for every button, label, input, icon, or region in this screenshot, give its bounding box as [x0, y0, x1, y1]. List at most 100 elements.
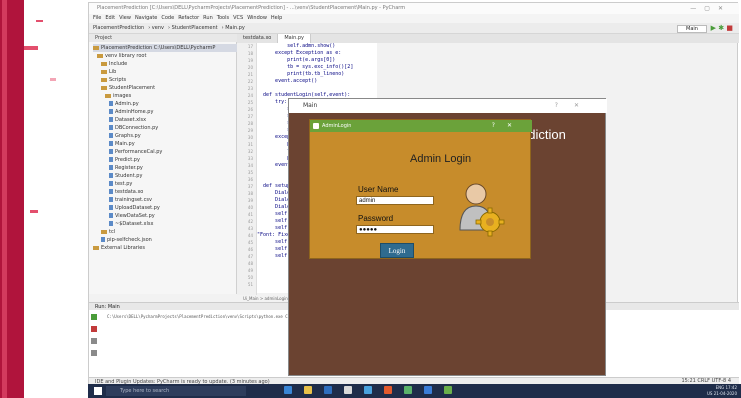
- project-tree: PlacementPrediction C:\Users\DELL\Pychar…: [93, 44, 239, 252]
- menu-item-edit[interactable]: Edit: [105, 15, 115, 21]
- tree-item[interactable]: venv library root: [93, 52, 239, 60]
- tree-item[interactable]: Main.py: [93, 140, 239, 148]
- layout-icon[interactable]: [91, 350, 97, 356]
- line-number: 49: [247, 268, 253, 273]
- file-icon: [109, 117, 113, 122]
- menu-item-code[interactable]: Code: [161, 15, 174, 21]
- line-number: 29: [247, 128, 253, 133]
- nav-crumb[interactable]: PlacementPrediction: [93, 25, 144, 31]
- editor-tab[interactable]: Main.py: [278, 34, 311, 43]
- dialog-heading: Admin Login: [410, 153, 472, 165]
- brand-decoration: [36, 20, 43, 22]
- menu-item-tools[interactable]: Tools: [217, 15, 229, 21]
- menu-item-refactor[interactable]: Refactor: [178, 15, 199, 21]
- main-window-controls[interactable]: ?✕: [555, 99, 595, 113]
- line-number: 20: [247, 65, 253, 70]
- file-icon: [109, 181, 113, 186]
- stop-icon[interactable]: ■: [726, 24, 733, 32]
- tree-item[interactable]: Register.py: [93, 164, 239, 172]
- taskbar-app-icon[interactable]: [324, 386, 332, 394]
- tree-item-label: Include: [109, 61, 128, 67]
- clock-time: 17:42: [725, 385, 737, 390]
- rerun-icon[interactable]: [91, 314, 97, 320]
- tree-item-label: Student.py: [115, 173, 143, 179]
- tree-item[interactable]: PlacementPrediction C:\Users\DELL\Pychar…: [93, 44, 239, 52]
- line-gutter: 17 18 19 20 21 22 23 24 25 26 27 28 29 30 31 32 33 34 35 36…: [237, 43, 257, 295]
- window-controls[interactable]: —▢✕: [690, 3, 731, 14]
- folder-icon: [93, 245, 99, 250]
- taskbar-app-icon[interactable]: [424, 386, 432, 394]
- tree-item[interactable]: External Libraries: [93, 244, 239, 252]
- menu-item-view[interactable]: View: [119, 15, 131, 21]
- tree-item[interactable]: Predict.py: [93, 156, 239, 164]
- pause-icon[interactable]: [91, 338, 97, 344]
- tree-item[interactable]: PerformanceCal.py: [93, 148, 239, 156]
- taskbar-search[interactable]: Type here to search: [106, 386, 246, 396]
- tree-item[interactable]: AdminHome.py: [93, 108, 239, 116]
- tree-item[interactable]: Dataset.xlsx: [93, 116, 239, 124]
- run-icon[interactable]: ▶: [711, 24, 716, 32]
- taskbar-app-icon[interactable]: [344, 386, 352, 394]
- tree-item[interactable]: StudentPlacement: [93, 84, 239, 92]
- tree-item[interactable]: Lib: [93, 68, 239, 76]
- file-icon: [109, 133, 113, 138]
- menu-item-run[interactable]: Run: [203, 15, 213, 21]
- taskbar-app-icon[interactable]: [404, 386, 412, 394]
- editor-tab[interactable]: testdata.xo: [237, 34, 279, 43]
- system-tray[interactable]: ENG 17:42 US 21-04-2020: [707, 385, 737, 397]
- tree-item[interactable]: test.py: [93, 180, 239, 188]
- run-config-select[interactable]: Main: [677, 25, 707, 33]
- tree-item[interactable]: Graphs.py: [93, 132, 239, 140]
- nav-crumb[interactable]: › Main.py: [222, 25, 245, 31]
- admin-login-dialog: AdminLogin ?✕ Admin Login User Name admi…: [309, 119, 532, 259]
- debug-icon[interactable]: ✱: [718, 24, 724, 32]
- tree-item[interactable]: UploadDataset.py: [93, 204, 239, 212]
- menu-bar: File Edit View Navigate Code Refactor Run Tools…: [89, 14, 739, 23]
- tree-item-label: venv library root: [105, 53, 147, 59]
- editor-tabs: testdata.xo Main.py: [237, 34, 739, 43]
- code-line: print(tb.tb_lineno): [257, 71, 345, 77]
- menu-item-window[interactable]: Window: [247, 15, 267, 21]
- tree-item[interactable]: ~$Dataset.xlsx: [93, 220, 239, 228]
- line-number: 26: [247, 107, 253, 112]
- taskbar-app-icon[interactable]: [364, 386, 372, 394]
- tree-item[interactable]: DBConnection.py: [93, 124, 239, 132]
- nav-crumb[interactable]: › StudentPlacement: [168, 25, 218, 31]
- tree-item[interactable]: Student.py: [93, 172, 239, 180]
- code-line: event.accept(): [257, 78, 318, 84]
- tree-item[interactable]: Scripts: [93, 76, 239, 84]
- tree-item[interactable]: images: [93, 92, 239, 100]
- menu-item-file[interactable]: File: [93, 15, 101, 21]
- taskbar: Type here to search ENG 17:42 US 21-04-2…: [88, 384, 741, 398]
- taskbar-app-icon[interactable]: [384, 386, 392, 394]
- folder-icon: [101, 61, 107, 66]
- taskbar-app-icon[interactable]: [304, 386, 312, 394]
- line-number: 42: [247, 219, 253, 224]
- project-header[interactable]: Project: [89, 34, 237, 42]
- nav-crumb[interactable]: › venv: [148, 25, 164, 31]
- menu-item-vcs[interactable]: VCS: [233, 15, 243, 21]
- start-button[interactable]: [94, 387, 102, 395]
- taskbar-app-icon[interactable]: [284, 386, 292, 394]
- tree-item[interactable]: testdata.xo: [93, 188, 239, 196]
- file-icon: [109, 173, 113, 178]
- login-button[interactable]: Login: [380, 243, 414, 258]
- file-icon: [109, 189, 113, 194]
- taskbar-app-icon[interactable]: [444, 386, 452, 394]
- tree-item[interactable]: pip-selfcheck.json: [93, 236, 239, 244]
- menu-item-help[interactable]: Help: [271, 15, 282, 21]
- menu-item-navigate[interactable]: Navigate: [135, 15, 157, 21]
- stop-icon[interactable]: [91, 326, 97, 332]
- line-number: 43: [247, 226, 253, 231]
- dialog-controls[interactable]: ?✕: [492, 120, 524, 132]
- tree-item[interactable]: tcl: [93, 228, 239, 236]
- tree-item[interactable]: Admin.py: [93, 100, 239, 108]
- line-number: 45: [247, 240, 253, 245]
- line-number: 28: [247, 121, 253, 126]
- tree-item[interactable]: trainingset.csv: [93, 196, 239, 204]
- tree-item[interactable]: Include: [93, 60, 239, 68]
- tree-item[interactable]: ViewDataSet.py: [93, 212, 239, 220]
- line-number: 21: [247, 72, 253, 77]
- username-input[interactable]: admin: [356, 196, 434, 205]
- password-input[interactable]: ●●●●●: [356, 225, 434, 234]
